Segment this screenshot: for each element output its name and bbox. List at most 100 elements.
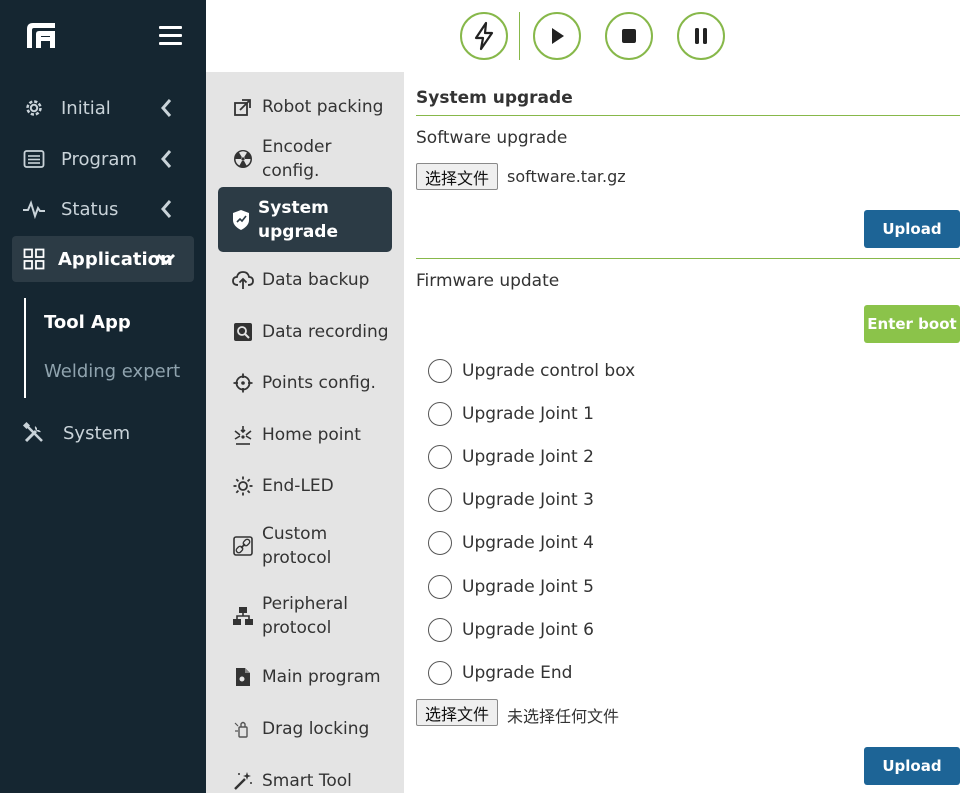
divider (416, 258, 960, 259)
crosshair-icon (232, 372, 254, 394)
radio-upgrade-control-box[interactable]: Upgrade control box (428, 358, 635, 384)
menu-item-label: Smart Tool (262, 771, 352, 791)
software-choose-file-button[interactable]: 选择文件 (416, 163, 499, 190)
chevron-left-icon (161, 99, 172, 117)
software-upload-button[interactable]: Upload (864, 210, 960, 248)
play-button[interactable] (533, 12, 581, 60)
sidebar-item-status[interactable]: Status (12, 186, 194, 232)
menu-item-label: Robot packing (262, 97, 384, 117)
radio-button[interactable] (428, 488, 452, 512)
enter-boot-button[interactable]: Enter boot (864, 305, 960, 343)
cloud-upload-icon (232, 269, 254, 291)
radio-upgrade-joint-5[interactable]: Upgrade Joint 5 (428, 574, 594, 600)
radio-button[interactable] (428, 618, 452, 642)
radio-button[interactable] (428, 445, 452, 469)
subnav-item-tool-app[interactable]: Tool App (44, 312, 131, 333)
menu-item-encoder-config[interactable]: Encoder config. (218, 136, 392, 182)
shield-icon (230, 209, 252, 231)
radio-label: Upgrade Joint 3 (462, 490, 594, 510)
menu-item-label: Data backup (262, 270, 370, 290)
software-file-name: software.tar.gz (507, 167, 626, 186)
radio-button[interactable] (428, 402, 452, 426)
radio-button[interactable] (428, 531, 452, 555)
menu-item-peripheral-protocol[interactable]: Peripheral protocol (218, 584, 392, 648)
drag-lock-icon (232, 718, 254, 740)
pause-button[interactable] (677, 12, 725, 60)
stop-button[interactable] (605, 12, 653, 60)
radio-label: Upgrade control box (462, 361, 636, 381)
stop-icon (622, 29, 636, 43)
magic-wand-icon (232, 770, 254, 792)
menu-item-system-upgrade[interactable]: System upgrade (218, 187, 392, 252)
sidebar-item-application[interactable]: Application (12, 236, 194, 282)
sidebar-item-label: Initial (61, 97, 111, 119)
robot-logo-icon[interactable] (24, 20, 58, 50)
hamburger-icon[interactable] (159, 26, 182, 46)
radio-label: Upgrade Joint 2 (462, 447, 594, 467)
radio-upgrade-joint-1[interactable]: Upgrade Joint 1 (428, 401, 594, 427)
menu-item-points-config[interactable]: Points config. (218, 360, 392, 406)
tools-icon (22, 421, 46, 445)
firmware-upload-button[interactable]: Upload (864, 747, 960, 785)
sidebar-item-program[interactable]: Program (12, 136, 194, 182)
sidebar-item-label: Status (61, 198, 119, 220)
control-toolbar (206, 0, 966, 72)
sidebar-subnav: Tool App Welding expert (24, 298, 194, 398)
pulse-icon (22, 197, 46, 221)
radio-upgrade-end[interactable]: Upgrade End (428, 660, 572, 686)
system-upgrade-panel: System upgrade Software upgrade 选择文件 sof… (404, 72, 966, 793)
radio-label: Upgrade Joint 6 (462, 620, 594, 640)
sidebar-item-system[interactable]: System (12, 410, 194, 456)
menu-item-custom-protocol[interactable]: Custom protocol (218, 514, 392, 578)
file-icon (232, 666, 254, 688)
radio-button[interactable] (428, 661, 452, 685)
menu-item-label: End-LED (262, 476, 334, 496)
lightning-icon (474, 21, 494, 51)
divider (416, 115, 960, 116)
menu-item-smart-tool[interactable]: Smart Tool (218, 758, 392, 793)
subnav-item-welding-expert[interactable]: Welding expert (44, 361, 180, 382)
menu-item-label: Encoder config. (262, 137, 332, 181)
grid-icon (22, 247, 46, 271)
menu-item-label: System upgrade (258, 197, 338, 242)
network-icon (232, 605, 254, 627)
menu-item-home-point[interactable]: Home point (218, 412, 392, 458)
menu-item-robot-packing[interactable]: Robot packing (218, 84, 392, 130)
menu-item-data-backup[interactable]: Data backup (218, 257, 392, 303)
menu-item-label: Drag locking (262, 719, 370, 739)
gear-icon (22, 96, 46, 120)
sidebar-item-initial[interactable]: Initial (12, 85, 194, 131)
menu-item-end-led[interactable]: End-LED (218, 463, 392, 509)
radio-button[interactable] (428, 359, 452, 383)
menu-item-label: Main program (262, 667, 381, 687)
radio-upgrade-joint-6[interactable]: Upgrade Joint 6 (428, 617, 594, 643)
chevron-down-icon (156, 253, 176, 266)
radio-upgrade-joint-3[interactable]: Upgrade Joint 3 (428, 487, 594, 513)
radiation-icon (232, 148, 254, 170)
toolbar-divider (519, 12, 520, 60)
link-icon (232, 535, 254, 557)
radio-upgrade-joint-4[interactable]: Upgrade Joint 4 (428, 530, 594, 556)
sidebar: Initial Program Status Application Tool … (0, 0, 206, 793)
radio-upgrade-joint-2[interactable]: Upgrade Joint 2 (428, 444, 594, 470)
menu-item-main-program[interactable]: Main program (218, 654, 392, 700)
radio-label: Upgrade Joint 5 (462, 577, 594, 597)
menu-item-label: Custom protocol (262, 524, 332, 568)
enable-button[interactable] (460, 12, 508, 60)
chevron-left-icon (161, 150, 172, 168)
chevron-left-icon (161, 200, 172, 218)
sun-icon (232, 475, 254, 497)
firmware-update-title: Firmware update (416, 271, 560, 291)
software-upgrade-title: Software upgrade (416, 128, 568, 148)
sidebar-item-label: System (63, 422, 131, 444)
firmware-file-name: 未选择任何文件 (507, 707, 620, 726)
radio-button[interactable] (428, 575, 452, 599)
firmware-choose-file-button[interactable]: 选择文件 (416, 699, 499, 726)
menu-item-label: Points config. (262, 373, 376, 393)
page-title: System upgrade (416, 88, 573, 108)
menu-item-data-recording[interactable]: Data recording (218, 309, 392, 355)
menu-item-drag-locking[interactable]: Drag locking (218, 706, 392, 752)
pause-icon (695, 28, 707, 44)
list-icon (22, 147, 46, 171)
menu-item-label: Peripheral protocol (262, 594, 348, 638)
